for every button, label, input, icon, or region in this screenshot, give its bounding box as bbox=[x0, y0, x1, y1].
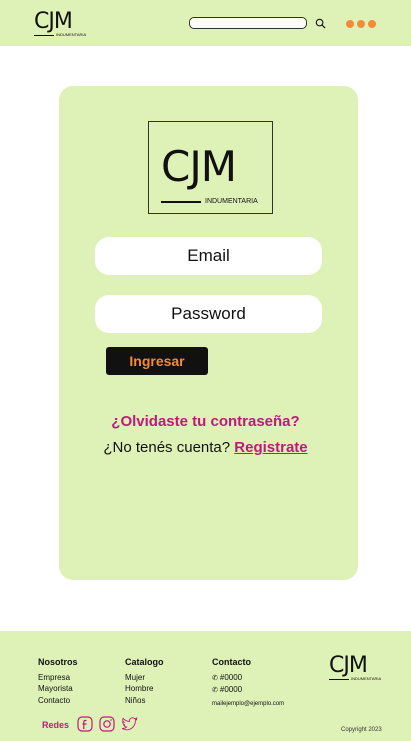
footer-col-catalogo: Catalogo Mujer Hombre Niños bbox=[125, 657, 164, 706]
search-input[interactable] bbox=[190, 23, 314, 34]
footer-col-nosotros: Nosotros Empresa Mayorista Contacto bbox=[38, 657, 78, 706]
footer-link-contacto[interactable]: Contacto bbox=[38, 695, 78, 707]
footer-link-ninos[interactable]: Niños bbox=[125, 695, 164, 707]
header-logo-text: CJM bbox=[34, 9, 73, 34]
facebook-icon[interactable] bbox=[77, 716, 93, 732]
header-logo-subtitle: INDUMENTARIA bbox=[56, 32, 87, 37]
email-field[interactable] bbox=[95, 237, 322, 275]
header-logo-line bbox=[34, 34, 54, 36]
footer-link-mayorista[interactable]: Mayorista bbox=[38, 683, 78, 695]
top-header: CJM INDUMENTARIA bbox=[0, 0, 411, 46]
footer-logo-subtitle: INDUMENTARIA bbox=[351, 676, 382, 681]
phone-number: #0000 bbox=[219, 685, 243, 694]
footer-phone-1: ✆ #0000 bbox=[212, 672, 284, 685]
search-icon[interactable] bbox=[315, 18, 326, 29]
no-account-text: ¿No tenés cuenta? bbox=[103, 439, 231, 456]
twitter-icon[interactable] bbox=[122, 716, 138, 732]
social-label: Redes bbox=[42, 720, 70, 730]
footer-col-title: Contacto bbox=[212, 657, 251, 667]
footer-col-title: Catalogo bbox=[125, 657, 164, 667]
copyright-text: Copyright 2023 bbox=[341, 727, 382, 733]
footer-col-contacto: Contacto ✆ #0000 ✆ #0000 mailejemplo@ejemp… bbox=[212, 657, 284, 710]
footer-col-title: Nosotros bbox=[38, 657, 78, 667]
login-button[interactable]: Ingresar bbox=[106, 347, 208, 375]
forgot-password-link[interactable]: ¿Olvidaste tu contraseña? bbox=[0, 413, 411, 430]
login-logo-text: CJM bbox=[161, 142, 237, 191]
phone-number: #0000 bbox=[219, 672, 243, 682]
login-logo-line bbox=[161, 200, 201, 203]
login-logo: CJM INDUMENTARIA bbox=[148, 121, 273, 214]
password-field[interactable] bbox=[95, 295, 322, 333]
instagram-icon[interactable] bbox=[99, 716, 115, 732]
footer-phone-2: ✆ #0000 bbox=[212, 684, 284, 697]
footer-email[interactable]: mailejemplo@ejemplo.com bbox=[212, 699, 284, 711]
footer-logo-text: CJM bbox=[329, 653, 368, 678]
footer-link-hombre[interactable]: Hombre bbox=[125, 683, 164, 695]
footer-logo-line bbox=[329, 678, 349, 680]
login-logo-subtitle: INDUMENTARIA bbox=[205, 198, 258, 205]
footer-link-empresa[interactable]: Empresa bbox=[38, 672, 78, 684]
menu-dots-icon[interactable] bbox=[346, 20, 376, 28]
phone-icon: ✆ bbox=[212, 674, 218, 682]
page-footer: Nosotros Empresa Mayorista Contacto Cata… bbox=[0, 631, 411, 741]
register-link[interactable]: Registrate bbox=[234, 439, 307, 456]
footer-logo: CJM INDUMENTARIA bbox=[329, 655, 381, 681]
footer-link-mujer[interactable]: Mujer bbox=[125, 672, 164, 684]
header-logo[interactable]: CJM INDUMENTARIA bbox=[34, 11, 86, 37]
no-account-line: ¿No tenés cuenta? Registrate bbox=[0, 439, 411, 456]
phone-icon: ✆ bbox=[212, 687, 218, 694]
search-box bbox=[189, 17, 314, 34]
